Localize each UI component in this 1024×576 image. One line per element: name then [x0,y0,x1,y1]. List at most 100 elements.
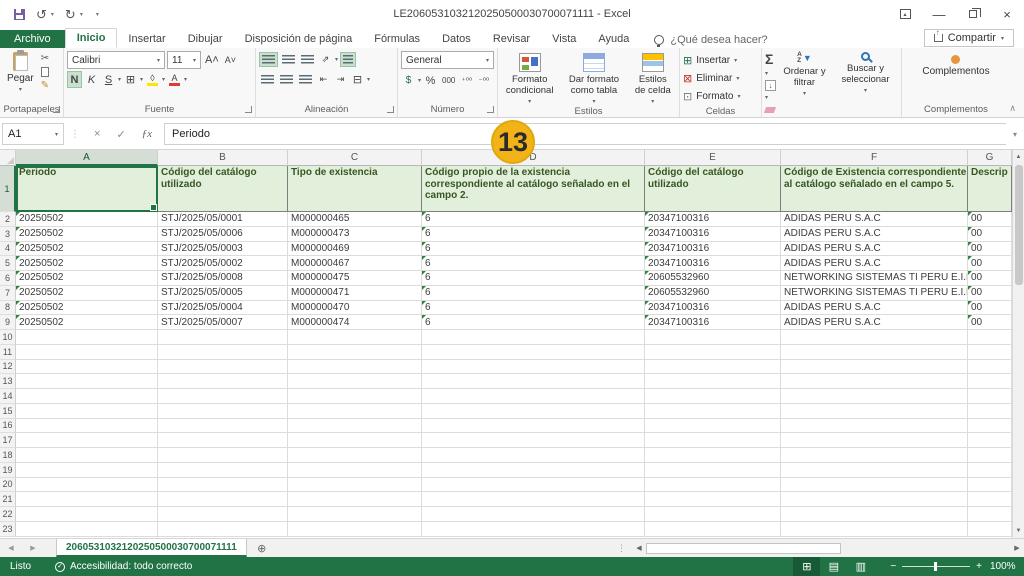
cell-C10[interactable] [288,330,422,345]
row-header-23[interactable]: 23 [0,522,16,537]
cell-D9[interactable]: 6 [422,315,645,330]
cell-A22[interactable] [16,507,158,522]
fill-button[interactable]: ↓ ▾ [765,80,776,102]
page-layout-view-button[interactable]: ▤ [820,557,847,576]
scroll-right-icon[interactable]: ▶ [1010,544,1024,552]
fill-color-caret-icon[interactable]: ▾ [162,76,165,83]
cell-C14[interactable] [288,389,422,404]
next-sheet-icon[interactable]: ▶ [22,539,44,557]
cell-G23[interactable] [968,522,1012,537]
cell-C19[interactable] [288,463,422,478]
cell-B3[interactable]: STJ/2025/05/0006 [158,227,288,242]
cell-F17[interactable] [781,433,968,448]
cell-C8[interactable]: M000000470 [288,301,422,316]
ribbon-tab-vista[interactable]: Vista [541,30,587,48]
cell-G20[interactable] [968,478,1012,493]
normal-view-button[interactable]: ⊞ [793,557,820,576]
cell-D19[interactable] [422,463,645,478]
cell-D5[interactable]: 6 [422,256,645,271]
cell-D13[interactable] [422,374,645,389]
ribbon-tab-ayuda[interactable]: Ayuda [587,30,640,48]
row-header-3[interactable]: 3 [0,227,16,242]
ribbon-tab-disposici-n-de-p-gina[interactable]: Disposición de página [234,30,364,48]
column-header-A[interactable]: A [16,150,158,166]
alignment-dialog-launcher-icon[interactable] [387,106,394,113]
cell-D4[interactable]: 6 [422,242,645,257]
cell-G14[interactable] [968,389,1012,404]
cell-B7[interactable]: STJ/2025/05/0005 [158,286,288,301]
cell-D7[interactable]: 6 [422,286,645,301]
cell-A6[interactable]: 20250502 [16,271,158,286]
cell-A14[interactable] [16,389,158,404]
cell-G18[interactable] [968,448,1012,463]
cell-G17[interactable] [968,433,1012,448]
cell-E22[interactable] [645,507,781,522]
percent-button[interactable]: % [423,72,438,89]
zoom-out-icon[interactable]: − [890,561,896,572]
tell-me-search[interactable]: ¿Qué desea hacer? [654,34,767,48]
decrease-font-button[interactable]: A˅ [223,52,238,69]
ribbon-tab-archivo[interactable]: Archivo [0,30,65,48]
cell-B14[interactable] [158,389,288,404]
cell-G19[interactable] [968,463,1012,478]
cell-A20[interactable] [16,478,158,493]
cell-G22[interactable] [968,507,1012,522]
row-header-15[interactable]: 15 [0,404,16,419]
font-size-select[interactable]: 11▾ [167,51,201,69]
cell-E8[interactable]: 20347100316 [645,301,781,316]
cell-F23[interactable] [781,522,968,537]
cell-A9[interactable]: 20250502 [16,315,158,330]
cell-C17[interactable] [288,433,422,448]
cell-F11[interactable] [781,345,968,360]
ribbon-display-options-button[interactable]: ▴ [888,0,922,28]
row-header-20[interactable]: 20 [0,478,16,493]
cell-B4[interactable]: STJ/2025/05/0003 [158,242,288,257]
cell-C2[interactable]: M000000465 [288,212,422,227]
row-header-17[interactable]: 17 [0,433,16,448]
row-header-7[interactable]: 7 [0,286,16,301]
row-header-16[interactable]: 16 [0,419,16,434]
redo-button[interactable]: ↻ [65,8,76,21]
cell-D17[interactable] [422,433,645,448]
cell-D22[interactable] [422,507,645,522]
cell-F3[interactable]: ADIDAS PERU S.A.C [781,227,968,242]
cell-G8[interactable]: 00 [968,301,1012,316]
cell-G4[interactable]: 00 [968,242,1012,257]
save-icon[interactable] [14,9,25,20]
cell-A2[interactable]: 20250502 [16,212,158,227]
cell-D21[interactable] [422,492,645,507]
cell-A7[interactable]: 20250502 [16,286,158,301]
cell-A18[interactable] [16,448,158,463]
insert-cells-button[interactable]: ⊞Insertar▾ [683,51,758,69]
cell-C4[interactable]: M000000469 [288,242,422,257]
font-dialog-launcher-icon[interactable] [245,106,252,113]
cell-C6[interactable]: M000000475 [288,271,422,286]
cell-A19[interactable] [16,463,158,478]
formula-bar-handle-icon[interactable]: ⋮ [64,129,86,140]
cell-F12[interactable] [781,360,968,375]
column-header-E[interactable]: E [645,150,781,166]
name-box[interactable]: A1▾ [2,123,64,145]
cell-A13[interactable] [16,374,158,389]
previous-sheet-icon[interactable]: ◀ [0,539,22,557]
close-button[interactable]: × [990,0,1024,28]
row-header-1[interactable]: 1 [0,166,16,212]
addins-button[interactable]: Complementos [918,51,993,78]
cell-C3[interactable]: M000000473 [288,227,422,242]
cell-A16[interactable] [16,419,158,434]
font-name-select[interactable]: Calibri▾ [67,51,165,69]
underline-caret-icon[interactable]: ▾ [118,76,121,83]
font-color-button[interactable]: A [167,71,182,88]
cell-F4[interactable]: ADIDAS PERU S.A.C [781,242,968,257]
cell-B2[interactable]: STJ/2025/05/0001 [158,212,288,227]
cell-D2[interactable]: 6 [422,212,645,227]
cell-F20[interactable] [781,478,968,493]
increase-indent-button[interactable]: ⇥ [333,71,348,88]
cell-G1[interactable]: Descrip [968,166,1012,212]
row-header-6[interactable]: 6 [0,271,16,286]
cell-A11[interactable] [16,345,158,360]
cell-B6[interactable]: STJ/2025/05/0008 [158,271,288,286]
scroll-down-icon[interactable]: ▼ [1013,524,1024,538]
cell-E14[interactable] [645,389,781,404]
merge-center-button[interactable]: ⊟ [350,71,365,88]
